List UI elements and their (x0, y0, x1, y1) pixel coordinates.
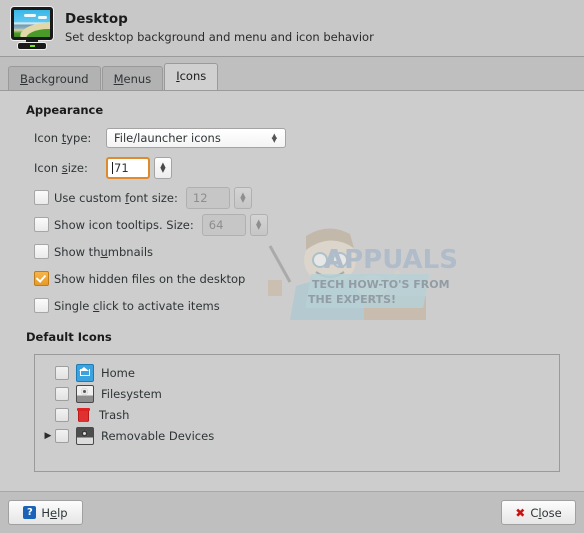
list-item[interactable]: ▶ Removable Devices (35, 425, 559, 446)
dialog-header: Desktop Set desktop background and menu … (0, 0, 584, 57)
show-icon-tooltips-checkbox[interactable] (34, 217, 49, 232)
show-hidden-files-label: Show hidden files on the desktop (54, 271, 246, 286)
custom-font-size-stepper: 12 ▲ ▼ (185, 186, 252, 209)
removable-devices-checkbox[interactable] (55, 428, 69, 443)
icon-type-dropdown[interactable]: File/launcher icons ▲ ▼ (106, 127, 286, 148)
text-caret (112, 161, 113, 174)
tab-menus-label: enus (123, 72, 152, 86)
dialog-action-bar: ? Help ✖ Close (0, 491, 584, 533)
filesystem-checkbox[interactable] (55, 386, 69, 401)
removable-devices-label: Removable Devices (101, 428, 215, 443)
show-thumbnails-label: Show thumbnails (54, 244, 154, 259)
icon-size-row: Icon size: 71 ▲ ▼ (24, 156, 566, 179)
show-icon-tooltips-label: Show icon tooltips. Size: (54, 217, 194, 232)
icon-size-input[interactable]: 71 (106, 156, 150, 179)
tab-bar: Background Menus Icons (0, 57, 584, 91)
show-hidden-files-checkbox[interactable] (34, 271, 49, 286)
tooltip-size-stepper: 64 ▲ ▼ (201, 213, 268, 236)
chevron-updown-icon: ▲ ▼ (271, 131, 277, 144)
use-custom-font-size-row[interactable]: Use custom font size: 12 ▲ ▼ (24, 186, 566, 209)
filesystem-label: Filesystem (101, 386, 162, 401)
icons-tab-panel: Appearance Icon type: File/launcher icon… (0, 90, 584, 491)
close-button-label: Close (530, 505, 562, 520)
icon-size-spin-buttons[interactable]: ▲ ▼ (154, 156, 172, 179)
desktop-monitor-icon (9, 6, 55, 50)
show-thumbnails-checkbox[interactable] (34, 244, 49, 259)
default-icons-section-title: Default Icons (26, 330, 112, 344)
single-click-activate-checkbox[interactable] (34, 298, 49, 313)
show-thumbnails-row[interactable]: Show thumbnails (24, 241, 566, 262)
tooltip-size-input: 64 (201, 213, 246, 236)
single-click-activate-row[interactable]: Single click to activate items (24, 295, 566, 316)
tab-icons[interactable]: Icons (164, 63, 219, 90)
disk-icon (76, 384, 94, 403)
custom-font-size-input: 12 (185, 186, 230, 209)
trash-label: Trash (99, 407, 130, 422)
tab-menus[interactable]: Menus (101, 66, 164, 91)
custom-font-size-value: 12 (192, 190, 208, 205)
single-click-activate-label: Single click to activate items (54, 298, 220, 313)
list-item[interactable]: Filesystem (35, 383, 559, 404)
tab-icons-label: cons (179, 69, 207, 83)
question-mark-icon: ? (23, 506, 37, 519)
page-subtitle: Set desktop background and menu and icon… (65, 30, 374, 45)
icon-type-label: Icon type: (34, 130, 92, 145)
icon-type-row: Icon type: File/launcher icons ▲ ▼ (24, 127, 566, 148)
list-item[interactable]: Home (35, 362, 559, 383)
show-icon-tooltips-row[interactable]: Show icon tooltips. Size: 64 ▲ ▼ (24, 213, 566, 236)
use-custom-font-size-checkbox[interactable] (34, 190, 49, 205)
custom-font-size-spin-buttons: ▲ ▼ (233, 186, 252, 209)
icon-size-stepper[interactable]: 71 ▲ ▼ (106, 156, 172, 179)
tab-background-label: ackground (27, 72, 89, 86)
icon-type-value: File/launcher icons (114, 130, 221, 145)
close-x-icon: ✖ (515, 505, 526, 520)
tooltip-size-value: 64 (208, 217, 224, 232)
help-button[interactable]: ? Help (8, 500, 83, 525)
close-button[interactable]: ✖ Close (501, 500, 576, 525)
list-item[interactable]: Trash (35, 404, 559, 425)
icon-size-label: Icon size: (34, 160, 88, 175)
icon-size-value: 71 (114, 160, 129, 175)
home-folder-icon (76, 363, 94, 382)
show-hidden-files-row[interactable]: Show hidden files on the desktop (24, 268, 566, 289)
appearance-section-title: Appearance (26, 103, 104, 117)
home-checkbox[interactable] (55, 365, 69, 380)
header-text-block: Desktop Set desktop background and menu … (65, 11, 374, 44)
trash-icon (76, 407, 92, 423)
page-title: Desktop (65, 11, 128, 28)
tab-background[interactable]: Background (8, 66, 101, 91)
tooltip-size-spin-buttons: ▲ ▼ (249, 213, 268, 236)
help-button-label: Help (41, 505, 68, 520)
expand-triangle-icon[interactable]: ▶ (41, 431, 55, 441)
home-label: Home (101, 365, 135, 380)
trash-checkbox[interactable] (55, 407, 69, 422)
removable-disk-icon (76, 426, 94, 445)
default-icons-list[interactable]: Home Filesystem Trash ▶ Removable Device… (34, 354, 560, 472)
use-custom-font-size-label: Use custom font size: (54, 190, 178, 205)
